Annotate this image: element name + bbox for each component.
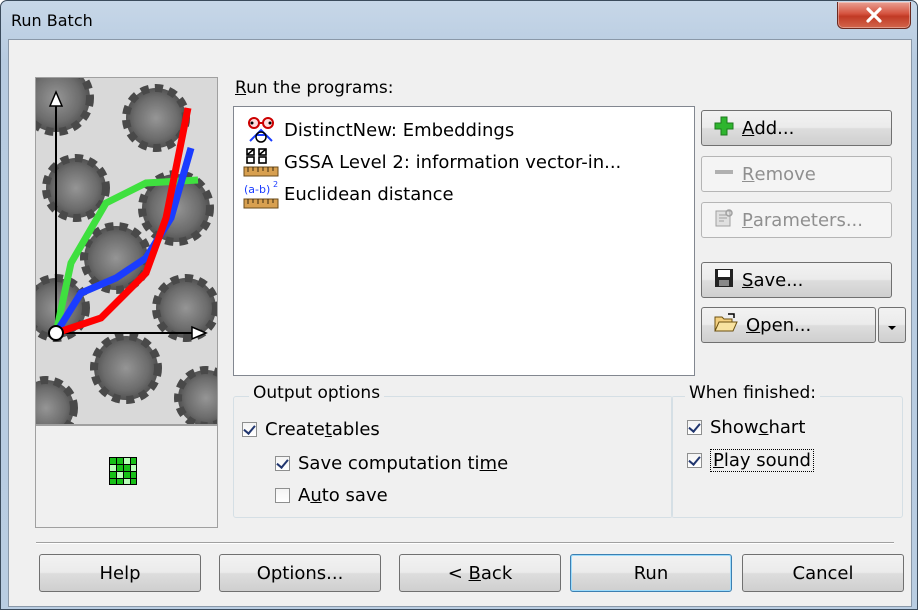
checkbox-box[interactable] [275,456,290,471]
programs-list[interactable]: DistinctNew: Embeddings GSSA Level 2: in… [233,106,695,376]
save-button[interactable]: Save... [701,262,892,298]
title-bar[interactable]: Run Batch [1,1,917,39]
dialog-body: Run the programs: DistinctNew: Embedding… [8,39,912,607]
auto-save-checkbox[interactable]: Au to save [275,485,388,506]
open-button[interactable]: Open... [701,307,876,343]
program-label: Euclidean distance [284,183,454,205]
run-batch-window: Run Batch Run the programs: DistinctNew:… [0,0,918,610]
open-folder-icon [714,312,738,338]
options-button[interactable]: Options... [219,554,381,592]
checkbox-box[interactable] [687,453,702,468]
distinct-embedding-icon [242,115,280,145]
back-button[interactable]: < Back [399,554,561,592]
parameters-icon [714,208,734,233]
checkbox-box[interactable] [687,420,702,435]
checkbox-box[interactable] [275,488,290,503]
programs-label: Run the programs: [235,78,394,98]
open-dropdown-button[interactable] [878,307,906,343]
cancel-button[interactable]: Cancel [742,554,904,592]
euclidean-distance-icon: (a-b) 2 [242,179,280,209]
play-sound-label: Play sound [710,449,814,472]
play-sound-checkbox[interactable]: Play sound [687,449,814,472]
create-tables-checkbox[interactable]: Create t ables [242,419,380,440]
svg-text:(a-b): (a-b) [244,183,270,196]
output-options-title: Output options [249,383,385,403]
table-grid-icon [109,457,137,485]
svg-text:2: 2 [273,180,278,189]
save-computation-time-checkbox[interactable]: Save computation ti m e [275,453,508,474]
close-button[interactable] [837,2,911,29]
batch-icon-panel [35,425,218,528]
close-icon [866,7,882,23]
help-button[interactable]: Help [39,554,201,592]
program-label: GSSA Level 2: information vector-in... [284,151,622,173]
floppy-disk-icon [714,268,734,293]
program-item[interactable]: (a-b) 2 Euclidean distance [242,179,454,209]
program-item[interactable]: DistinctNew: Embeddings [242,115,514,145]
minus-icon [714,162,734,187]
add-button[interactable]: Add... [701,110,892,146]
when-finished-title: When finished: [685,383,821,403]
run-button[interactable]: Run [570,554,732,592]
checkbox-box[interactable] [242,422,257,437]
program-item[interactable]: GSSA Level 2: information vector-in... [242,147,621,177]
gssa-ruler-icon [242,147,280,177]
show-chart-checkbox[interactable]: Show c hart [687,417,805,438]
remove-button[interactable]: Remove [701,156,892,192]
program-label: DistinctNew: Embeddings [284,119,515,141]
chevron-down-icon [887,315,897,336]
window-title: Run Batch [11,11,93,30]
parameters-button[interactable]: Parameters... [701,202,892,238]
plus-icon [714,116,734,141]
batch-illustration [35,77,218,425]
bottom-divider [36,542,894,544]
chart-illustration-image [36,78,217,424]
